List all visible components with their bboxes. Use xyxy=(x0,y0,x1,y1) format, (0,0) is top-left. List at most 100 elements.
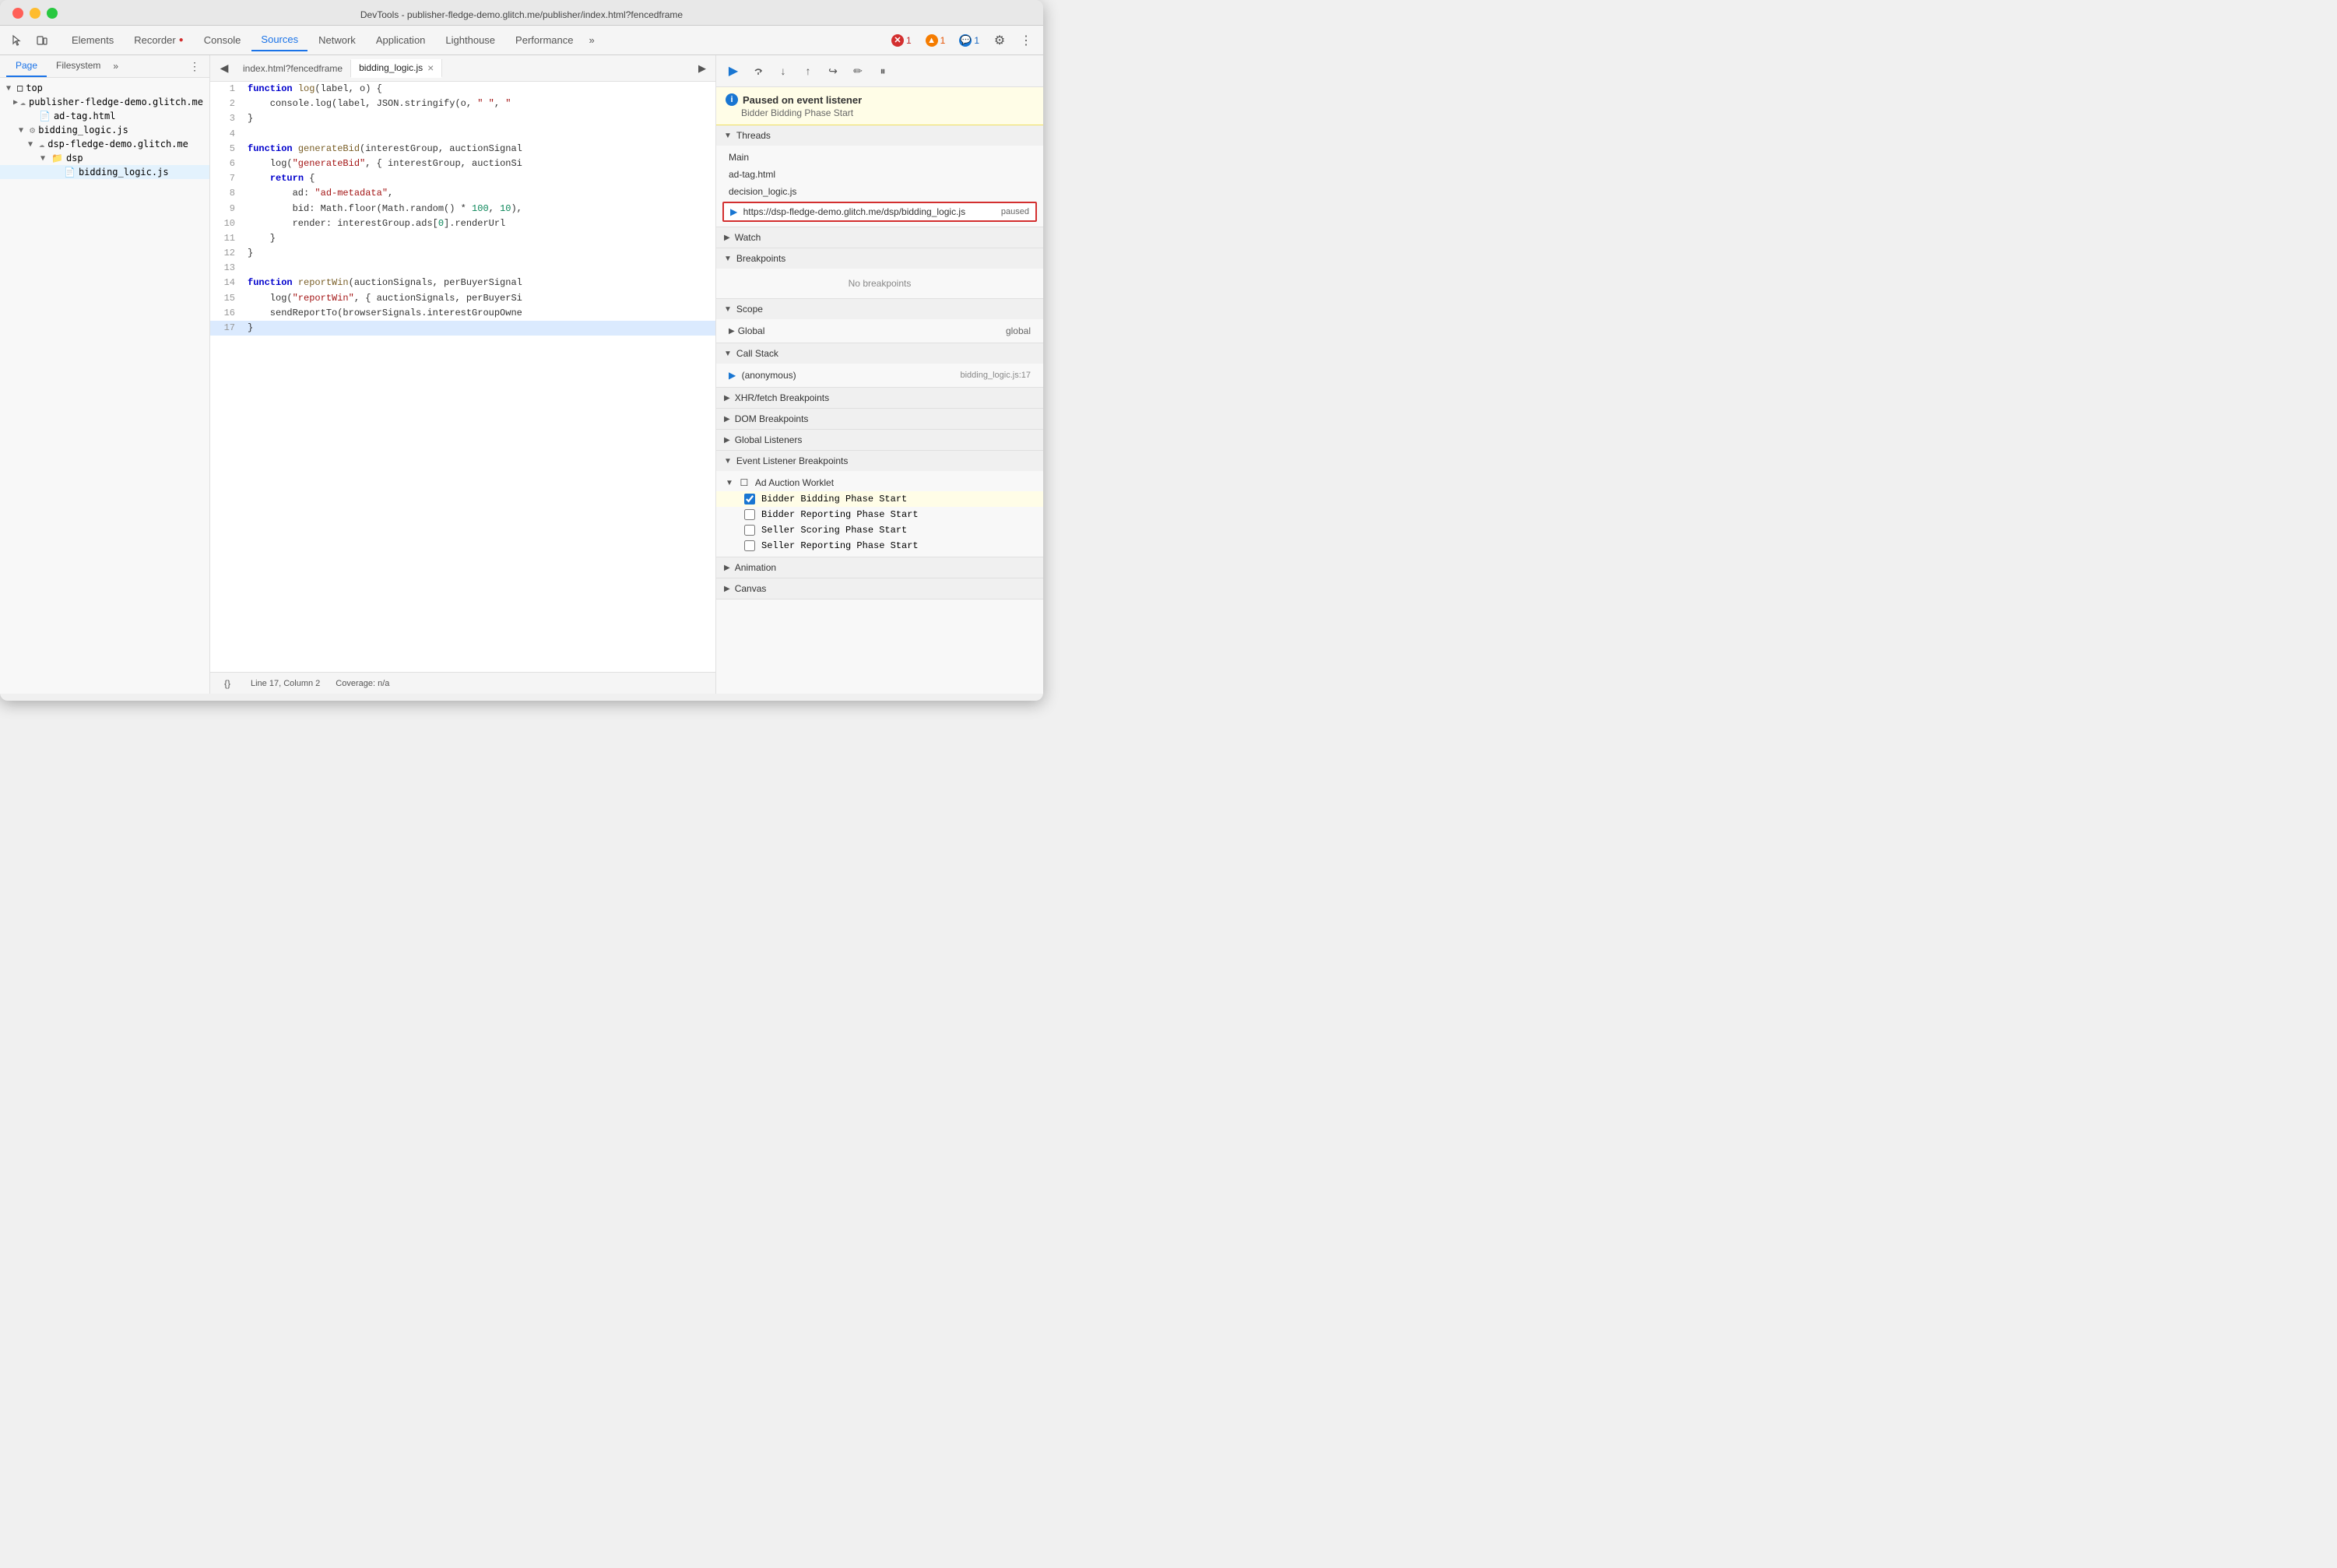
code-line-4: 4 xyxy=(210,127,715,142)
code-editor[interactable]: 1 function log(label, o) { 2 console.log… xyxy=(210,82,715,672)
format-button[interactable]: {} xyxy=(220,676,235,691)
tree-item-publisher[interactable]: ▶ ☁ publisher-fledge-demo.glitch.me xyxy=(0,95,209,109)
pause-exceptions-button[interactable]: ⏸ xyxy=(872,60,894,82)
code-line-17: 17 } xyxy=(210,321,715,336)
step-out-button[interactable]: ↑ xyxy=(797,60,819,82)
tab-close-icon[interactable]: × xyxy=(427,62,434,73)
call-stack-header[interactable]: ▼ Call Stack xyxy=(716,343,1043,364)
watch-arrow: ▶ xyxy=(724,234,730,242)
tree-arrow-bidding-root: ▼ xyxy=(19,126,28,135)
tab-recorder[interactable]: Recorder ● xyxy=(125,30,193,51)
tree-item-dsp-folder[interactable]: ▼ 📁 dsp xyxy=(0,151,209,165)
warning-badge[interactable]: ▲ 1 xyxy=(921,33,951,48)
settings-button[interactable]: ⚙ xyxy=(989,30,1010,51)
threads-header[interactable]: ▼ Threads xyxy=(716,125,1043,146)
step-over-button[interactable] xyxy=(747,60,769,82)
tab-overflow[interactable]: » xyxy=(584,31,599,49)
checkbox-bidder-reporting[interactable] xyxy=(744,509,755,520)
canvas-header[interactable]: ▶ Canvas xyxy=(716,578,1043,599)
select-element-button[interactable] xyxy=(6,30,28,51)
call-stack-content: ▶ (anonymous) bidding_logic.js:17 xyxy=(716,364,1043,387)
error-badge[interactable]: ✕ 1 xyxy=(887,33,916,48)
thread-decision-logic[interactable]: decision_logic.js xyxy=(716,183,1043,200)
device-toolbar-button[interactable] xyxy=(31,30,53,51)
tab-page[interactable]: Page xyxy=(6,55,47,77)
watch-header[interactable]: ▶ Watch xyxy=(716,227,1043,248)
global-listeners-arrow: ▶ xyxy=(724,436,730,445)
event-listeners-header[interactable]: ▼ Event Listener Breakpoints xyxy=(716,451,1043,471)
tree-item-ad-tag[interactable]: ▶ 📄 ad-tag.html xyxy=(0,109,209,123)
window-chrome: DevTools - publisher-fledge-demo.glitch.… xyxy=(0,0,1043,26)
scope-header[interactable]: ▼ Scope xyxy=(716,299,1043,319)
gear-icon-bidding: ⚙ xyxy=(30,125,35,135)
scope-global[interactable]: ▶ Global global xyxy=(716,322,1043,339)
section-scope: ▼ Scope ▶ Global global xyxy=(716,299,1043,343)
canvas-arrow: ▶ xyxy=(724,585,730,593)
checkbox-bidder-bidding[interactable] xyxy=(744,494,755,505)
threads-content: Main ad-tag.html decision_logic.js ▶ htt… xyxy=(716,146,1043,227)
editor-tab-bidding[interactable]: bidding_logic.js × xyxy=(351,59,442,78)
coverage-status: Coverage: n/a xyxy=(336,679,389,688)
code-line-6: 6 log("generateBid", { interestGroup, au… xyxy=(210,156,715,171)
ad-auction-worklet-header[interactable]: ▼ ☐ Ad Auction Worklet xyxy=(716,474,1043,491)
paused-subtitle: Bidder Bidding Phase Start xyxy=(741,107,1034,118)
tab-sources[interactable]: Sources xyxy=(251,29,308,51)
code-line-12: 12 } xyxy=(210,246,715,261)
event-seller-reporting: Seller Reporting Phase Start xyxy=(716,538,1043,554)
threads-arrow: ▼ xyxy=(724,132,732,140)
global-listeners-header[interactable]: ▶ Global Listeners xyxy=(716,430,1043,450)
xhr-header[interactable]: ▶ XHR/fetch Breakpoints xyxy=(716,388,1043,408)
section-watch: ▶ Watch xyxy=(716,227,1043,248)
cloud-icon-publisher: ☁ xyxy=(20,97,26,107)
tab-performance[interactable]: Performance xyxy=(506,30,582,51)
code-line-3: 3 } xyxy=(210,111,715,126)
section-global-listeners: ▶ Global Listeners xyxy=(716,430,1043,451)
tree-item-dsp-fledge[interactable]: ▼ ☁ dsp-fledge-demo.glitch.me xyxy=(0,137,209,151)
tree-item-bidding-root[interactable]: ▼ ⚙ bidding_logic.js xyxy=(0,123,209,137)
minimize-button[interactable] xyxy=(30,8,40,19)
call-stack-anonymous[interactable]: ▶ (anonymous) bidding_logic.js:17 xyxy=(716,367,1043,384)
close-button[interactable] xyxy=(12,8,23,19)
tab-navigation: Elements Recorder ● Console Sources Netw… xyxy=(62,29,884,51)
tab-elements[interactable]: Elements xyxy=(62,30,123,51)
step-into-button[interactable]: ↓ xyxy=(772,60,794,82)
error-icon: ✕ xyxy=(891,34,904,47)
checkbox-seller-scoring[interactable] xyxy=(744,525,755,536)
animation-header[interactable]: ▶ Animation xyxy=(716,557,1043,578)
info-badge[interactable]: 💬 1 xyxy=(954,33,984,48)
thread-bidding-logic[interactable]: ▶ https://dsp-fledge-demo.glitch.me/dsp/… xyxy=(722,202,1037,222)
paused-title: i Paused on event listener xyxy=(726,93,1034,106)
thread-main[interactable]: Main xyxy=(716,149,1043,166)
section-call-stack: ▼ Call Stack ▶ (anonymous) bidding_logic… xyxy=(716,343,1043,388)
thread-ad-tag[interactable]: ad-tag.html xyxy=(716,166,1043,183)
more-options-button[interactable]: ⋮ xyxy=(1015,30,1037,51)
panel-tab-overflow[interactable]: » xyxy=(113,61,118,72)
tree-item-bidding-file[interactable]: ▶ 📄 bidding_logic.js xyxy=(0,165,209,179)
tree-arrow-ad-tag: ▶ xyxy=(28,112,37,121)
section-threads: ▼ Threads Main ad-tag.html decision_logi… xyxy=(716,125,1043,227)
tree-arrow-dsp: ▼ xyxy=(40,154,50,163)
step-button[interactable]: ↪ xyxy=(822,60,844,82)
editor-tab-overflow[interactable]: ▶ xyxy=(692,59,712,78)
tab-console[interactable]: Console xyxy=(195,30,251,51)
tab-network[interactable]: Network xyxy=(309,30,365,51)
tab-application[interactable]: Application xyxy=(367,30,435,51)
tree-item-top[interactable]: ▼ □ top xyxy=(0,81,209,95)
tab-lighthouse[interactable]: Lighthouse xyxy=(436,30,504,51)
editor-back-button[interactable]: ◀ xyxy=(213,58,235,79)
step-over-icon xyxy=(752,65,764,77)
deactivate-button[interactable]: ✏ xyxy=(847,60,869,82)
event-listeners-arrow: ▼ xyxy=(724,457,732,466)
panel-menu-button[interactable]: ⋮ xyxy=(186,57,203,76)
status-bar: {} Line 17, Column 2 Coverage: n/a xyxy=(210,672,715,694)
maximize-button[interactable] xyxy=(47,8,58,19)
breakpoints-header[interactable]: ▼ Breakpoints xyxy=(716,248,1043,269)
tab-filesystem[interactable]: Filesystem xyxy=(47,55,110,77)
section-xhr: ▶ XHR/fetch Breakpoints xyxy=(716,388,1043,409)
editor-tab-index[interactable]: index.html?fencedframe xyxy=(235,60,351,77)
toolbar-right: ✕ 1 ▲ 1 💬 1 ⚙ ⋮ xyxy=(887,30,1037,51)
resume-button[interactable]: ▶ xyxy=(722,60,744,82)
dom-header[interactable]: ▶ DOM Breakpoints xyxy=(716,409,1043,429)
section-canvas: ▶ Canvas xyxy=(716,578,1043,599)
checkbox-seller-reporting[interactable] xyxy=(744,540,755,551)
